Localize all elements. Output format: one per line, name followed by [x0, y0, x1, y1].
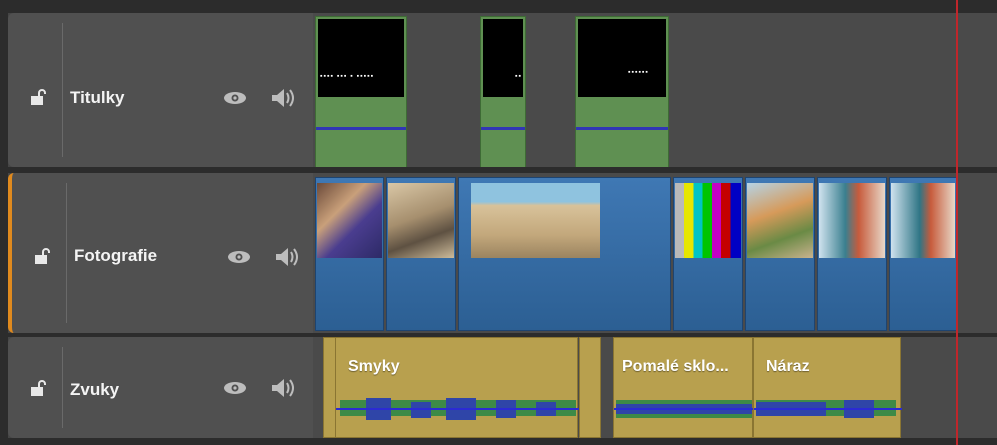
track-lane-titulky[interactable]: ▪▪▪▪ ▪▪▪ ▪ ▪▪▪▪▪ ▪▪ ▪▪▪▪▪▪ — [313, 13, 997, 167]
photo-thumbnail — [675, 183, 741, 258]
audio-clip[interactable] — [579, 337, 601, 438]
clip-volume-line — [481, 127, 525, 130]
title-clip[interactable]: ▪▪ — [480, 16, 526, 167]
audio-clip[interactable]: Pomalé sklo... — [613, 337, 754, 438]
audio-waveform — [754, 400, 902, 418]
track-titulky[interactable]: Titulky ▪▪▪▪ ▪▪▪ ▪ ▪▪▪▪▪ ▪▪ ▪▪▪▪▪▪ — [8, 13, 997, 167]
lock-icon[interactable] — [34, 248, 52, 264]
track-zvuky[interactable]: Zvuky Smyky Pomalé sklo... Náraz — [8, 337, 997, 438]
eye-icon[interactable] — [227, 250, 251, 264]
track-fotografie[interactable]: Fotografie — [8, 173, 997, 333]
photo-clip[interactable] — [458, 177, 671, 331]
audio-waveform — [336, 398, 579, 420]
track-name: Titulky — [70, 88, 125, 107]
photo-thumbnail — [317, 183, 382, 258]
photo-thumbnail — [471, 183, 600, 258]
photo-clip[interactable] — [745, 177, 815, 331]
track-lane-zvuky[interactable]: Smyky Pomalé sklo... Náraz — [313, 337, 997, 438]
title-clip[interactable]: ▪▪▪▪ ▪▪▪ ▪ ▪▪▪▪▪ — [315, 16, 407, 167]
photo-thumbnail — [747, 183, 813, 258]
track-name: Fotografie — [74, 246, 158, 265]
clip-volume-line — [576, 127, 668, 130]
photo-clip[interactable] — [315, 177, 384, 331]
lock-icon[interactable] — [30, 380, 48, 396]
audio-clip-label: Pomalé sklo... — [622, 358, 729, 375]
audio-clip[interactable]: Smyky — [335, 337, 579, 438]
eye-icon[interactable] — [223, 381, 247, 395]
header-divider — [62, 347, 63, 428]
photo-thumbnail — [891, 183, 955, 258]
photo-thumbnail — [388, 183, 454, 258]
track-header-fotografie[interactable]: Fotografie — [8, 173, 317, 333]
track-header-titulky[interactable]: Titulky — [8, 13, 313, 167]
speaker-icon[interactable] — [270, 377, 296, 399]
audio-clip-label: Smyky — [348, 358, 400, 375]
photo-clip[interactable] — [673, 177, 743, 331]
clip-thumbnail: ▪▪ — [483, 19, 523, 97]
clip-thumbnail: ▪▪▪▪▪▪ — [578, 19, 666, 97]
photo-thumbnail — [819, 183, 885, 258]
header-divider — [62, 23, 63, 157]
speaker-icon[interactable] — [274, 246, 300, 268]
clip-thumbnail: ▪▪▪▪ ▪▪▪ ▪ ▪▪▪▪▪ — [318, 19, 404, 97]
playhead[interactable] — [956, 0, 958, 445]
photo-clip[interactable] — [817, 177, 887, 331]
eye-icon[interactable] — [223, 91, 247, 105]
title-clip[interactable]: ▪▪▪▪▪▪ — [575, 16, 669, 167]
header-divider — [66, 183, 67, 323]
track-lane-fotografie[interactable] — [313, 173, 997, 333]
audio-waveform — [614, 400, 754, 418]
audio-clip-label: Náraz — [766, 358, 810, 375]
track-header-zvuky[interactable]: Zvuky — [8, 337, 313, 438]
lock-icon[interactable] — [30, 89, 48, 105]
speaker-icon[interactable] — [270, 87, 296, 109]
audio-clip[interactable]: Náraz — [753, 337, 902, 438]
photo-clip[interactable] — [889, 177, 957, 331]
track-name: Zvuky — [70, 380, 120, 399]
photo-clip[interactable] — [386, 177, 456, 331]
clip-volume-line — [316, 127, 406, 130]
